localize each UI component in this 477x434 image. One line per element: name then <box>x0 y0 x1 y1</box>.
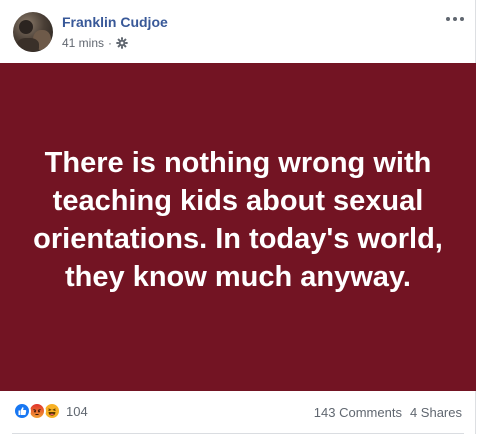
author-avatar[interactable] <box>13 12 53 52</box>
post-text: There is nothing wrong with teaching kid… <box>33 147 443 293</box>
comments-count-link[interactable]: 143 Comments <box>314 405 402 420</box>
gear-icon[interactable] <box>116 37 128 49</box>
meta-separator: · <box>108 36 113 50</box>
shares-count-link[interactable]: 4 Shares <box>410 405 462 420</box>
text-background-card: There is nothing wrong with teaching kid… <box>0 63 476 391</box>
author-name-link[interactable]: Franklin Cudjoe <box>62 14 168 30</box>
post-meta: 41 mins · <box>62 36 128 50</box>
engagement-stats: 143 Comments 4 Shares <box>314 405 462 420</box>
more-options-icon[interactable] <box>446 14 466 24</box>
post-card: Franklin Cudjoe 41 mins · There is nothi… <box>0 0 476 434</box>
reaction-count[interactable]: 104 <box>66 404 88 419</box>
like-icon <box>13 402 31 420</box>
post-footer: 104 143 Comments 4 Shares <box>0 391 476 434</box>
post-timestamp[interactable]: 41 mins <box>62 36 104 50</box>
reactions-summary[interactable]: 104 <box>13 402 88 420</box>
post-header: Franklin Cudjoe 41 mins · <box>0 0 476 62</box>
